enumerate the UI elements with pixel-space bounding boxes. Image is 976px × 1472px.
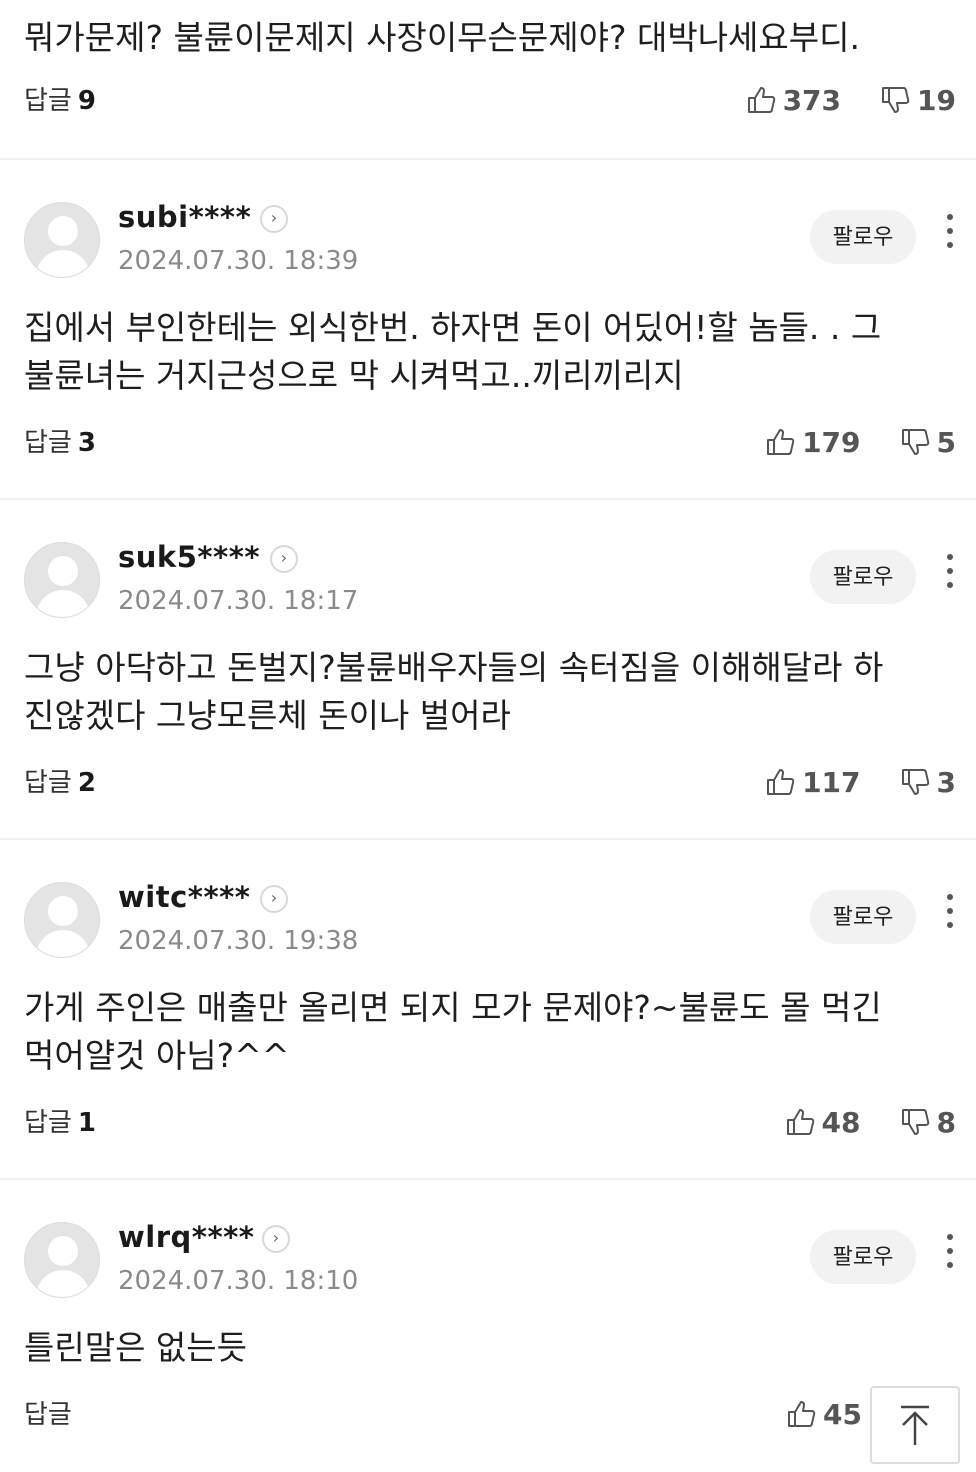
follow-button[interactable]: 팔로우 <box>810 550 916 604</box>
nickname[interactable]: wlrq**** <box>118 1220 254 1254</box>
thumbs-down-icon <box>901 429 929 455</box>
like-count: 48 <box>821 1105 861 1139</box>
kebab-menu-icon[interactable] <box>944 1234 956 1274</box>
avatar[interactable] <box>24 202 100 278</box>
like-count: 373 <box>782 83 842 117</box>
chevron-right-circle-icon[interactable]: › <box>260 205 288 233</box>
vote-group: 48 8 <box>784 1102 956 1142</box>
like-count: 45 <box>823 1397 862 1431</box>
scroll-to-top-button[interactable] <box>870 1386 960 1464</box>
follow-button[interactable]: 팔로우 <box>810 890 916 944</box>
like-button[interactable]: 45 <box>785 1398 862 1431</box>
comment-date: 2024.07.30. 18:39 <box>118 246 359 276</box>
dislike-count: 5 <box>936 425 956 459</box>
chevron-right-circle-icon[interactable]: › <box>270 545 298 573</box>
reply-button[interactable]: 답글 1 <box>24 1102 96 1139</box>
like-button[interactable]: 179 <box>764 425 861 459</box>
dislike-count: 3 <box>936 765 956 799</box>
like-count: 117 <box>802 765 861 799</box>
reply-count: 9 <box>77 86 96 116</box>
thumbs-up-icon <box>786 1109 814 1135</box>
vote-group: 117 3 <box>764 762 956 802</box>
vote-group: 373 19 <box>745 80 956 120</box>
arrow-up-to-top-icon <box>901 1405 929 1445</box>
reply-button[interactable]: 답글 <box>24 1394 72 1431</box>
avatar[interactable] <box>24 542 100 618</box>
like-button[interactable]: 48 <box>784 1106 861 1139</box>
comment-text-line: 먹어얄것 아님?^^ <box>24 1036 290 1075</box>
reply-count: 2 <box>77 768 96 798</box>
comment-text-line: 그냥 아닥하고 돈벌지?불륜배우자들의 속터짐을 이해해달라 하 <box>24 648 884 687</box>
comment-body: 집에서 부인한테는 외식한번. 하자면 돈이 어딨어!할 놈들. . 그 불륜녀… <box>24 304 946 400</box>
thumbs-up-icon <box>747 87 775 113</box>
follow-button[interactable]: 팔로우 <box>810 1230 916 1284</box>
comment-header: suk5**** › 2024.07.30. 18:17 팔로우 <box>24 540 956 620</box>
kebab-menu-icon[interactable] <box>944 554 956 594</box>
comment-text-line: 가게 주인은 매출만 올리면 되지 모가 문제야?~불륜도 몰 먹긴 <box>24 988 882 1027</box>
like-button[interactable]: 373 <box>745 84 841 117</box>
nickname[interactable]: subi**** <box>118 200 251 234</box>
comment-item: subi**** › 2024.07.30. 18:39 팔로우 집에서 부인한… <box>0 160 976 500</box>
reply-count: 3 <box>77 428 96 458</box>
nickname[interactable]: witc**** <box>118 880 250 914</box>
avatar[interactable] <box>24 882 100 958</box>
avatar[interactable] <box>24 1222 100 1298</box>
reply-label: 답글 <box>24 86 72 116</box>
thumbs-up-icon <box>767 429 795 455</box>
thumbs-up-icon <box>788 1401 816 1427</box>
kebab-menu-icon[interactable] <box>944 894 956 934</box>
like-button[interactable]: 117 <box>764 765 861 799</box>
thumbs-down-icon <box>901 1109 929 1135</box>
comment-body: 가게 주인은 매출만 올리면 되지 모가 문제야?~불륜도 몰 먹긴 먹어얄것 … <box>24 984 946 1080</box>
reply-label: 답글 <box>24 1400 72 1430</box>
comment-body: 뭐가문제? 불륜이문제지 사장이무슨문제야? 대박나세요부디. <box>24 14 946 62</box>
comment-date: 2024.07.30. 18:10 <box>118 1266 359 1296</box>
comment-footer: 답글 3 179 5 <box>24 422 956 462</box>
comment-text-line: 불륜녀는 거지근성으로 막 시켜먹고..끼리끼리지 <box>24 356 684 395</box>
comment-text-line: 진않겠다 그냥모른체 돈이나 벌어라 <box>24 696 511 735</box>
reply-label: 답글 <box>24 1108 72 1138</box>
dislike-button[interactable]: 8 <box>899 1106 956 1139</box>
comment-item: 뭐가문제? 불륜이문제지 사장이무슨문제야? 대박나세요부디. 답글 9 373 … <box>0 0 976 160</box>
follow-button[interactable]: 팔로우 <box>810 210 916 264</box>
thumbs-down-icon <box>901 769 929 795</box>
comment-item: suk5**** › 2024.07.30. 18:17 팔로우 그냥 아닥하고… <box>0 500 976 840</box>
comment-date: 2024.07.30. 18:17 <box>118 586 359 616</box>
comment-header: wlrq**** › 2024.07.30. 18:10 팔로우 <box>24 1220 956 1300</box>
comment-text-line: 뭐가문제? 불륜이문제지 사장이무슨문제야? 대박나세요부디. <box>24 18 860 57</box>
reply-count: 1 <box>77 1108 96 1138</box>
reply-button[interactable]: 답글 3 <box>24 422 96 459</box>
comment-item: witc**** › 2024.07.30. 19:38 팔로우 가게 주인은 … <box>0 840 976 1180</box>
comment-footer: 답글 9 373 19 <box>24 80 956 120</box>
comment-text-line: 집에서 부인한테는 외식한번. 하자면 돈이 어딨어!할 놈들. . 그 <box>24 308 882 347</box>
comment-footer: 답글 45 <box>24 1394 956 1434</box>
comment-item: wlrq**** › 2024.07.30. 18:10 팔로우 틀린말은 없는… <box>0 1180 976 1472</box>
chevron-right-circle-icon[interactable]: › <box>260 885 288 913</box>
comment-footer: 답글 1 48 8 <box>24 1102 956 1142</box>
dislike-button[interactable]: 19 <box>879 84 956 117</box>
comment-footer: 답글 2 117 3 <box>24 762 956 802</box>
comment-body: 틀린말은 없는듯 <box>24 1324 946 1372</box>
nickname[interactable]: suk5**** <box>118 540 260 574</box>
reply-label: 답글 <box>24 768 72 798</box>
comment-header: witc**** › 2024.07.30. 19:38 팔로우 <box>24 880 956 960</box>
reply-button[interactable]: 답글 2 <box>24 762 96 799</box>
like-count: 179 <box>802 425 861 459</box>
thumbs-down-icon <box>882 87 910 113</box>
comment-body: 그냥 아닥하고 돈벌지?불륜배우자들의 속터짐을 이해해달라 하 진않겠다 그냥… <box>24 644 946 740</box>
dislike-count: 19 <box>917 83 956 117</box>
comment-date: 2024.07.30. 19:38 <box>118 926 359 956</box>
comment-header: subi**** › 2024.07.30. 18:39 팔로우 <box>24 200 956 280</box>
kebab-menu-icon[interactable] <box>944 214 956 254</box>
thumbs-up-icon <box>767 769 795 795</box>
reply-button[interactable]: 답글 9 <box>24 80 96 117</box>
vote-group: 179 5 <box>764 422 956 462</box>
dislike-count: 8 <box>936 1105 956 1139</box>
dislike-button[interactable]: 5 <box>899 426 956 459</box>
comment-text-line: 틀린말은 없는듯 <box>24 1328 248 1367</box>
chevron-right-circle-icon[interactable]: › <box>262 1225 290 1253</box>
reply-label: 답글 <box>24 428 72 458</box>
vote-group: 45 <box>785 1394 862 1434</box>
dislike-button[interactable]: 3 <box>899 766 956 799</box>
